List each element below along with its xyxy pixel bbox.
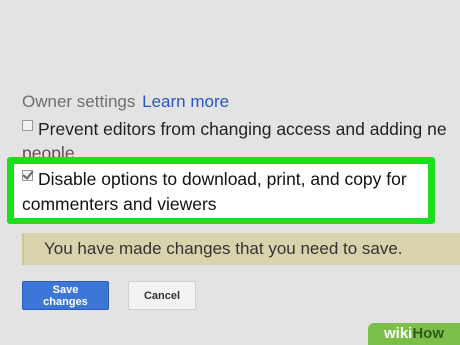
prevent-editors-checkbox[interactable] [22,120,33,131]
unsaved-changes-banner: You have made changes that you need to s… [22,233,460,265]
owner-settings-heading-row: Owner settings Learn more [22,92,229,112]
disable-download-label-cont: commenters and viewers [22,194,217,214]
disable-download-label: Disable options to download, print, and … [38,169,407,189]
wikihow-watermark: wikiHow [368,323,460,345]
watermark-part2: How [412,325,445,342]
learn-more-link[interactable]: Learn more [142,92,229,111]
save-changes-button[interactable]: Save changes [22,281,109,310]
owner-settings-title: Owner settings [22,92,136,111]
disable-download-checkbox[interactable] [22,170,33,181]
prevent-editors-label: Prevent editors from changing access and… [38,119,447,139]
prevent-editors-option[interactable]: Prevent editors from changing access and… [22,117,460,163]
cancel-button[interactable]: Cancel [128,281,196,310]
watermark-part1: wiki [383,325,413,342]
disable-download-option[interactable]: Disable options to download, print, and … [14,164,428,218]
